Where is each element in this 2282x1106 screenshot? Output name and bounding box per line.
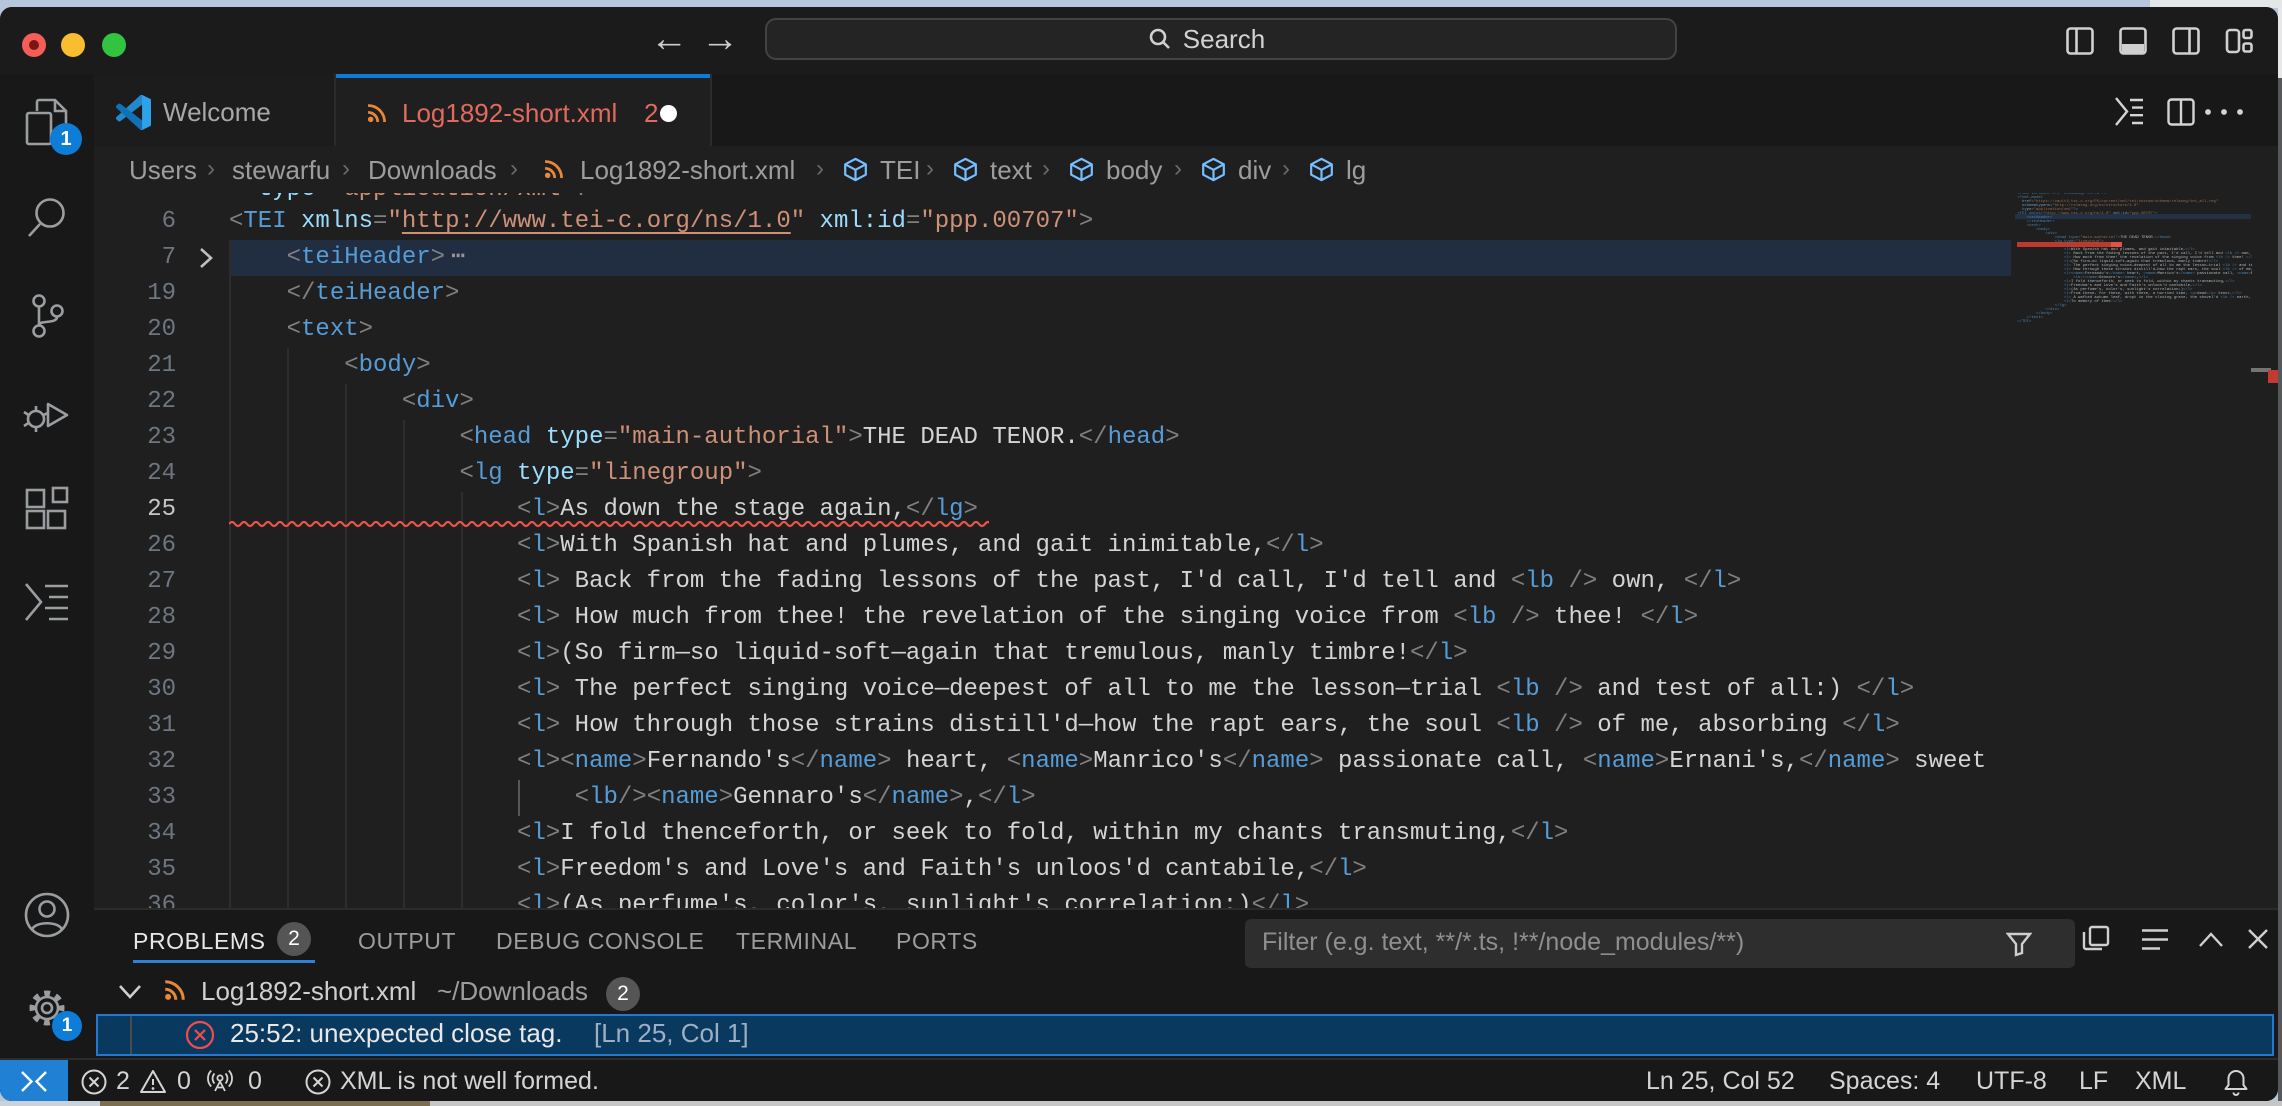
- svg-text:schematypens="http://relaxng.o: schematypens="http://relaxng.org/ns/stru…: [2017, 203, 2138, 208]
- svg-text:</lg>: </lg>: [2017, 303, 2067, 308]
- svg-text:</TEI>: </TEI>: [2017, 319, 2032, 324]
- svg-text:href="https://vault3.tei-c.org: href="https://vault3.tei-c.org/P5/curren…: [2017, 199, 2218, 204]
- svg-text:<l> How through those strains: <l> How through those strains distill'd—…: [2017, 267, 2252, 272]
- svg-text:</teiHeader>: </teiHeader>: [2017, 219, 2055, 224]
- svg-text:</div>: </div>: [2017, 307, 2060, 312]
- svg-text:<l>To memory of thee.</l>: <l>To memory of thee.</l>: [2017, 299, 2123, 304]
- svg-text:<?xml-model: <?xml-model: [2017, 195, 2043, 200]
- svg-text:<l><name>Fernando's</name> hea: <l><name>Fernando's</name> heart, <name>…: [2017, 271, 2252, 276]
- svg-text:<lb/><name>Gennaro's</name>,</: <lb/><name>Gennaro's</name>,</l>: [2017, 275, 2148, 280]
- svg-text:<l>From these, for these, with: <l>From these, for these, with these, a …: [2017, 291, 2242, 296]
- svg-text:<l>(As perfume's, color's, sun: <l>(As perfume's, color's, sunlight's co…: [2017, 287, 2193, 292]
- svg-text:<l>(So firm—so liquid-soft—aga: <l>(So firm—so liquid-soft—again that tr…: [2017, 259, 2218, 264]
- svg-text:type="application/xml"?>: type="application/xml"?>: [2017, 207, 2078, 212]
- svg-text:<l>I fold thenceforth, or seek: <l>I fold thenceforth, or seek to fold, …: [2017, 279, 2235, 284]
- svg-text:<TEI xmlns="http://www.tei-c.o: <TEI xmlns="http://www.tei-c.org/ns/1.0"…: [2017, 211, 2158, 216]
- svg-text:<body>: <body>: [2017, 227, 2050, 232]
- svg-text:<l> A wafted autumn leaf, drop: <l> A wafted autumn leaf, dropt in the c…: [2017, 295, 2252, 300]
- svg-text:<?xml version="1.0" encoding=": <?xml version="1.0" encoding="UTF-8"?>: [2017, 193, 2106, 196]
- svg-text:<lg type="linegroup">: <lg type="linegroup">: [2017, 239, 2104, 244]
- svg-text:<l> How much from thee! the re: <l> How much from thee! the revelation o…: [2017, 255, 2252, 260]
- svg-text:<teiHeader>: <teiHeader>: [2017, 215, 2053, 220]
- svg-text:</text>: </text>: [2017, 315, 2043, 320]
- svg-text:<head type="main-authorial">TH: <head type="main-authorial">THE DEAD TEN…: [2017, 235, 2172, 240]
- svg-text:<l>With Spanish hat and plumes: <l>With Spanish hat and plumes, and gait…: [2017, 247, 2195, 252]
- svg-text:<l> The perfect singing voice—: <l> The perfect singing voice—deepest of…: [2017, 263, 2252, 268]
- svg-text:<l>Freedom's and Love's and Fa: <l>Freedom's and Love's and Faith's unlo…: [2017, 283, 2202, 288]
- svg-text:<text>: <text>: [2017, 223, 2041, 228]
- svg-text:</body>: </body>: [2017, 311, 2053, 316]
- svg-text:<div>: <div>: [2017, 231, 2057, 236]
- svg-text:<l> Back from the fading lesso: <l> Back from the fading lessons of the …: [2017, 251, 2252, 256]
